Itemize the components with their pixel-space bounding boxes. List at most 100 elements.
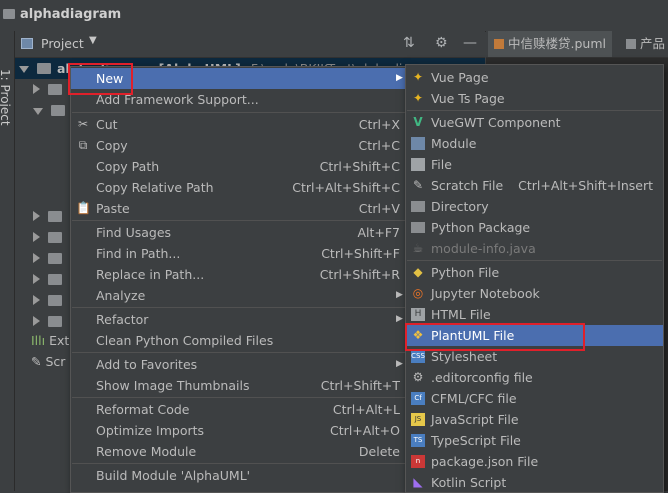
folder-icon	[3, 9, 15, 19]
jupyter-icon: ◎	[412, 286, 424, 300]
ts-icon: TS	[411, 434, 425, 447]
scissors-icon: ✂	[77, 117, 89, 131]
editor-tab[interactable]: 中信赎楼贷.puml	[488, 31, 612, 57]
folder-icon	[48, 274, 62, 285]
menu-item-scratch-file[interactable]: ✎ Scratch File Ctrl+Alt+Shift+Insert	[406, 175, 663, 196]
gear-icon[interactable]: ⚙	[435, 35, 448, 51]
module-folder-icon	[37, 63, 51, 74]
submenu-arrow-icon: ▶	[396, 314, 403, 324]
menu-separator	[72, 220, 407, 221]
expand-arrow-icon[interactable]	[33, 274, 40, 284]
menu-item-reformat-code[interactable]: Reformat Code Ctrl+Alt+L	[71, 399, 408, 420]
menu-item-find-in-path[interactable]: Find in Path... Ctrl+Shift+F	[71, 243, 408, 264]
menu-item-jupyter-notebook[interactable]: ◎ Jupyter Notebook	[406, 283, 663, 304]
menu-item-typescript-file[interactable]: TS TypeScript File	[406, 430, 663, 451]
menu-separator	[72, 307, 407, 308]
menu-separator	[407, 260, 662, 261]
menu-separator	[72, 352, 407, 353]
project-icon	[21, 38, 33, 49]
annotation-box-new	[68, 63, 133, 95]
expand-arrow-icon[interactable]	[33, 108, 43, 115]
folder-icon	[48, 253, 62, 264]
folder-icon	[411, 201, 425, 212]
module-icon	[411, 137, 425, 150]
kotlin-icon: ◣	[413, 475, 423, 489]
menu-item-editorconfig-file[interactable]: ⚙ .editorconfig file	[406, 367, 663, 388]
menu-item-directory[interactable]: Directory	[406, 196, 663, 217]
project-view-selector[interactable]: Project	[41, 36, 84, 51]
menu-item-paste[interactable]: 📋 Paste Ctrl+V	[71, 198, 408, 219]
menu-separator	[72, 112, 407, 113]
puml-file-icon	[494, 39, 504, 49]
annotation-box-plantuml	[405, 323, 585, 351]
scratch-file-icon: ✎	[412, 178, 424, 192]
library-icon: Illı	[31, 333, 46, 348]
expand-arrow-icon[interactable]	[33, 211, 40, 221]
expand-arrow-icon[interactable]	[33, 253, 40, 263]
menu-item-package-json-file[interactable]: n package.json File	[406, 451, 663, 472]
context-menu: New ▶ Add Framework Support... ✂ Cut Ctrl+X…	[70, 66, 409, 493]
menu-item-javascript-file[interactable]: JS JavaScript File	[406, 409, 663, 430]
submenu-arrow-icon: ▶	[396, 73, 403, 83]
menu-item-build-module[interactable]: Build Module 'AlphaUML'	[71, 465, 408, 486]
python-package-icon	[411, 222, 425, 233]
folder-icon	[48, 232, 62, 243]
menu-item-kotlin-script[interactable]: ◣ Kotlin Script	[406, 472, 663, 493]
menu-item-cut[interactable]: ✂ Cut Ctrl+X	[71, 114, 408, 135]
html-icon: H	[411, 308, 425, 321]
title-bar: alphadiagram	[0, 0, 668, 32]
folder-icon	[51, 105, 65, 116]
python-icon: ◆	[413, 265, 423, 279]
menu-item-module[interactable]: Module	[406, 133, 663, 154]
expand-arrow-icon[interactable]	[33, 84, 40, 94]
minimize-icon[interactable]: —	[463, 35, 477, 51]
menu-item-python-package[interactable]: Python Package	[406, 217, 663, 238]
expand-arrow-icon[interactable]	[33, 316, 40, 326]
cfml-icon: Cf	[411, 392, 425, 405]
menu-item-replace-in-path[interactable]: Replace in Path... Ctrl+Shift+R	[71, 264, 408, 285]
project-panel-header: Project ▼ ⇅ ⚙ —	[15, 31, 485, 58]
folder-icon	[48, 84, 62, 95]
menu-item-module-info-java: ☕ module-info.java	[412, 241, 536, 256]
folder-icon	[48, 295, 62, 306]
menu-item-python-file[interactable]: ◆ Python File	[406, 262, 663, 283]
tool-window-strip: 1: Project	[0, 31, 15, 491]
menu-item-copy-path[interactable]: Copy Path Ctrl+Shift+C	[71, 156, 408, 177]
submenu-arrow-icon: ▶	[396, 290, 403, 300]
vue-icon: ✦	[412, 70, 424, 84]
menu-item-find-usages[interactable]: Find Usages Alt+F7	[71, 222, 408, 243]
java-icon: ☕	[412, 241, 424, 255]
menu-item-clean-python-compiled-files[interactable]: Clean Python Compiled Files	[71, 330, 408, 351]
menu-item-refactor[interactable]: Refactor ▶	[71, 309, 408, 330]
menu-item-vue-ts-page[interactable]: ✦ Vue Ts Page	[406, 88, 663, 109]
menu-item-add-to-favorites[interactable]: Add to Favorites ▶	[71, 354, 408, 375]
menu-separator	[407, 110, 662, 111]
menu-item-remove-module[interactable]: Remove Module Delete	[71, 441, 408, 462]
menu-item-cfml-cfc-file[interactable]: Cf CFML/CFC file	[406, 388, 663, 409]
menu-item-html-file[interactable]: H HTML File	[406, 304, 663, 325]
paste-icon: 📋	[76, 201, 91, 215]
project-tool-button[interactable]: 1: Project	[0, 69, 12, 126]
menu-item-optimize-imports[interactable]: Optimize Imports Ctrl+Alt+O	[71, 420, 408, 441]
menu-item-vue-page[interactable]: ✦ Vue Page	[406, 67, 663, 88]
js-icon: JS	[411, 413, 425, 426]
menu-separator	[72, 463, 407, 464]
copy-icon: ⧉	[78, 138, 88, 152]
expand-arrow-icon[interactable]	[19, 66, 29, 73]
css-icon: CSS	[411, 350, 425, 363]
menu-item-show-image-thumbnails[interactable]: Show Image Thumbnails Ctrl+Shift+T	[71, 375, 408, 396]
folder-icon	[48, 211, 62, 222]
menu-item-copy[interactable]: ⧉ Copy Ctrl+C	[71, 135, 408, 156]
menu-item-copy-relative-path[interactable]: Copy Relative Path Ctrl+Alt+Shift+C	[71, 177, 408, 198]
menu-item-vuegwt-component[interactable]: V VueGWT Component	[406, 112, 663, 133]
file-icon	[626, 39, 636, 49]
editor-tab-bar: 中信赎楼贷.puml 产品	[486, 31, 668, 58]
submenu-arrow-icon: ▶	[396, 359, 403, 369]
editor-tab[interactable]: 产品	[620, 31, 668, 57]
collapse-icon[interactable]: ⇅	[403, 35, 415, 51]
expand-arrow-icon[interactable]	[33, 232, 40, 242]
chevron-down-icon[interactable]: ▼	[89, 35, 97, 46]
menu-item-analyze[interactable]: Analyze ▶	[71, 285, 408, 306]
expand-arrow-icon[interactable]	[33, 295, 40, 305]
menu-item-file[interactable]: File	[406, 154, 663, 175]
